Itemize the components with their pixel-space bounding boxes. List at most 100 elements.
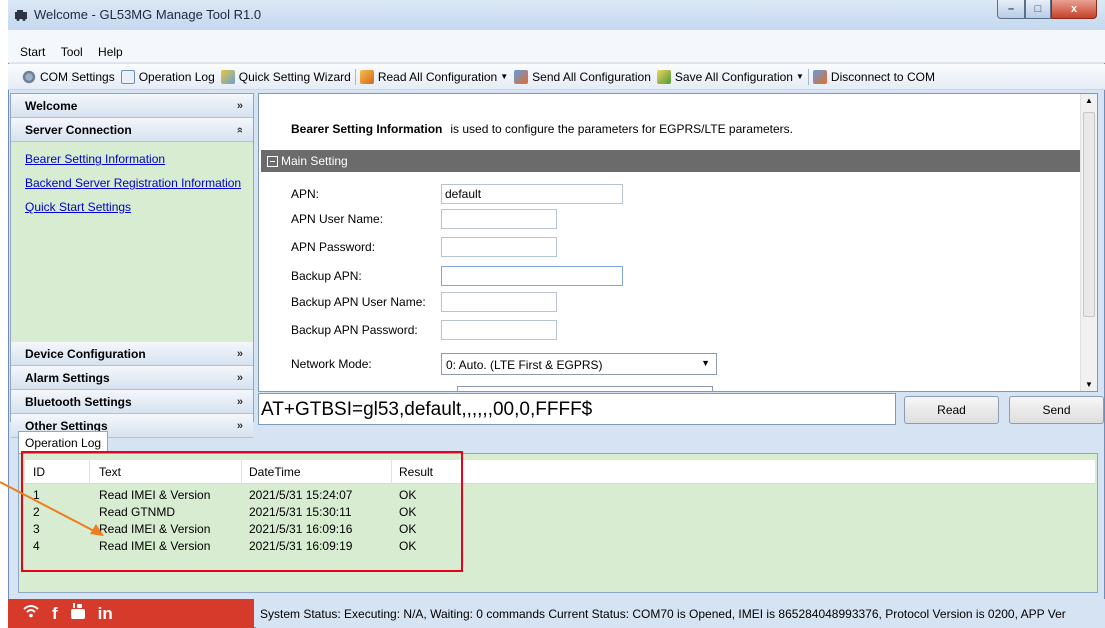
- nav-link-bearer-setting[interactable]: Bearer Setting Information: [25, 152, 253, 166]
- expand-icon: »: [236, 371, 243, 384]
- annotation-arrow-icon: [0, 481, 104, 536]
- operation-log-button[interactable]: Operation Log: [120, 69, 215, 84]
- apn-row: APN:: [291, 184, 623, 204]
- nav-section-label: Server Connection: [25, 122, 132, 137]
- log-icon: [120, 69, 135, 84]
- send-button[interactable]: Send: [1009, 396, 1104, 424]
- window-controls: – □ x: [997, 0, 1097, 19]
- backup-apn-label: Backup APN:: [291, 269, 362, 283]
- send-all-label: Send All Configuration: [532, 69, 651, 84]
- menu-start[interactable]: Start: [14, 45, 51, 59]
- backup-apn-password-field[interactable]: [441, 320, 557, 340]
- scroll-down-icon[interactable]: ▼: [1085, 380, 1093, 389]
- wifi-icon[interactable]: [22, 603, 40, 624]
- next-field-partial: [457, 386, 713, 391]
- read-button[interactable]: Read: [904, 396, 999, 424]
- maximize-button[interactable]: □: [1025, 0, 1051, 19]
- menu-bar: Start Tool Help: [8, 30, 1105, 63]
- quick-setting-wizard-label: Quick Setting Wizard: [238, 69, 351, 84]
- read-config-icon: [359, 69, 374, 84]
- backup-apn-user-field[interactable]: [441, 292, 557, 312]
- tab-operation-log[interactable]: Operation Log: [18, 431, 109, 453]
- expand-icon: »: [236, 347, 243, 360]
- main-settings-pane: Bearer Setting Information is used to con…: [258, 93, 1098, 392]
- send-config-icon: [514, 69, 529, 84]
- expand-icon: »: [236, 99, 243, 112]
- read-all-configuration-button[interactable]: Read All Configuration ▼: [359, 69, 508, 84]
- menu-tool[interactable]: Tool: [55, 45, 89, 59]
- collapse-box-icon[interactable]: [267, 155, 278, 167]
- backup-apn-row: Backup APN:: [291, 266, 623, 286]
- facebook-icon[interactable]: f: [52, 604, 58, 624]
- social-bar: f in: [8, 599, 254, 628]
- nav-section-bluetooth-settings[interactable]: Bluetooth Settings »: [11, 390, 253, 414]
- linkedin-icon[interactable]: in: [98, 604, 113, 624]
- toolbar-separator: [354, 68, 356, 85]
- app-icon: [15, 10, 27, 21]
- navigation-panel: Welcome » Server Connection » Bearer Set…: [10, 93, 254, 438]
- wizard-icon: [220, 69, 235, 84]
- gear-icon: [22, 69, 36, 84]
- apn-user-field[interactable]: [441, 209, 557, 229]
- com-settings-label: COM Settings: [40, 69, 115, 84]
- nav-section-server-connection[interactable]: Server Connection »: [11, 118, 253, 142]
- page-title: Bearer Setting Information: [291, 122, 443, 136]
- chevron-down-icon[interactable]: ▼: [796, 72, 804, 81]
- nav-section-label: Device Configuration: [25, 346, 146, 361]
- nav-link-backend-server[interactable]: Backend Server Registration Information: [25, 176, 253, 190]
- nav-section-device-configuration[interactable]: Device Configuration »: [11, 342, 253, 366]
- save-all-label: Save All Configuration: [674, 69, 793, 84]
- apn-password-row: APN Password:: [291, 237, 557, 257]
- send-all-configuration-button[interactable]: Send All Configuration: [514, 69, 651, 84]
- nav-section-label: Bluetooth Settings: [25, 394, 132, 409]
- backup-apn-password-label: Backup APN Password:: [291, 323, 418, 337]
- apn-user-row: APN User Name:: [291, 209, 557, 229]
- backup-apn-user-label: Backup APN User Name:: [291, 295, 426, 309]
- chevron-down-icon[interactable]: ▼: [500, 72, 508, 81]
- apn-label: APN:: [291, 187, 320, 201]
- title-bar: Welcome - GL53MG Manage Tool R1.0 – □ x: [8, 0, 1105, 30]
- command-field[interactable]: AT+GTBSI=gl53,default,,,,,,00,0,FFFF$: [258, 393, 896, 425]
- network-mode-label: Network Mode:: [291, 357, 372, 371]
- nav-link-quick-start[interactable]: Quick Start Settings: [25, 200, 253, 214]
- toolbar: COM Settings Operation Log Quick Setting…: [8, 64, 1105, 90]
- status-bar: System Status: Executing: N/A, Waiting: …: [256, 599, 1105, 628]
- network-mode-select[interactable]: 0: Auto. (LTE First & EGPRS) ▼: [441, 353, 717, 375]
- com-settings-button[interactable]: COM Settings: [22, 69, 115, 84]
- backup-apn-user-row: Backup APN User Name:: [291, 292, 557, 312]
- scroll-up-icon[interactable]: ▲: [1085, 96, 1093, 105]
- minimize-button[interactable]: –: [997, 0, 1025, 19]
- nav-section-welcome[interactable]: Welcome »: [11, 94, 253, 118]
- disconnect-icon: [812, 69, 827, 84]
- youtube-icon[interactable]: [70, 602, 86, 625]
- menu-help[interactable]: Help: [92, 45, 129, 59]
- server-connection-links: Bearer Setting Information Backend Serve…: [11, 142, 253, 342]
- expand-icon: »: [236, 419, 243, 432]
- expand-icon: »: [236, 395, 243, 408]
- apn-field[interactable]: [441, 184, 623, 204]
- vertical-scrollbar[interactable]: ▲ ▼: [1080, 94, 1097, 391]
- close-button[interactable]: x: [1051, 0, 1097, 19]
- backup-apn-field[interactable]: [441, 266, 623, 286]
- nav-section-label: Alarm Settings: [25, 370, 110, 385]
- network-mode-value: 0: Auto. (LTE First & EGPRS): [446, 358, 603, 372]
- collapse-icon: »: [233, 126, 246, 133]
- scroll-thumb[interactable]: [1083, 112, 1095, 317]
- nav-section-alarm-settings[interactable]: Alarm Settings »: [11, 366, 253, 390]
- main-setting-section-header[interactable]: Main Setting: [261, 150, 1080, 172]
- apn-password-field[interactable]: [441, 237, 557, 257]
- operation-log-label: Operation Log: [138, 69, 215, 84]
- network-mode-row: Network Mode: 0: Auto. (LTE First & EGPR…: [291, 353, 717, 375]
- section-title: Main Setting: [281, 154, 348, 168]
- chevron-down-icon: ▼: [701, 358, 710, 368]
- apn-password-label: APN Password:: [291, 240, 376, 254]
- read-all-label: Read All Configuration: [377, 69, 498, 84]
- page-description: Bearer Setting Information is used to con…: [291, 122, 793, 136]
- quick-setting-wizard-button[interactable]: Quick Setting Wizard: [220, 69, 351, 84]
- disconnect-com-button[interactable]: Disconnect to COM: [812, 69, 935, 84]
- disconnect-label: Disconnect to COM: [830, 69, 935, 84]
- nav-section-label: Welcome: [25, 98, 78, 113]
- backup-apn-password-row: Backup APN Password:: [291, 320, 557, 340]
- save-all-configuration-button[interactable]: Save All Configuration ▼: [656, 69, 804, 84]
- apn-user-label: APN User Name:: [291, 212, 384, 226]
